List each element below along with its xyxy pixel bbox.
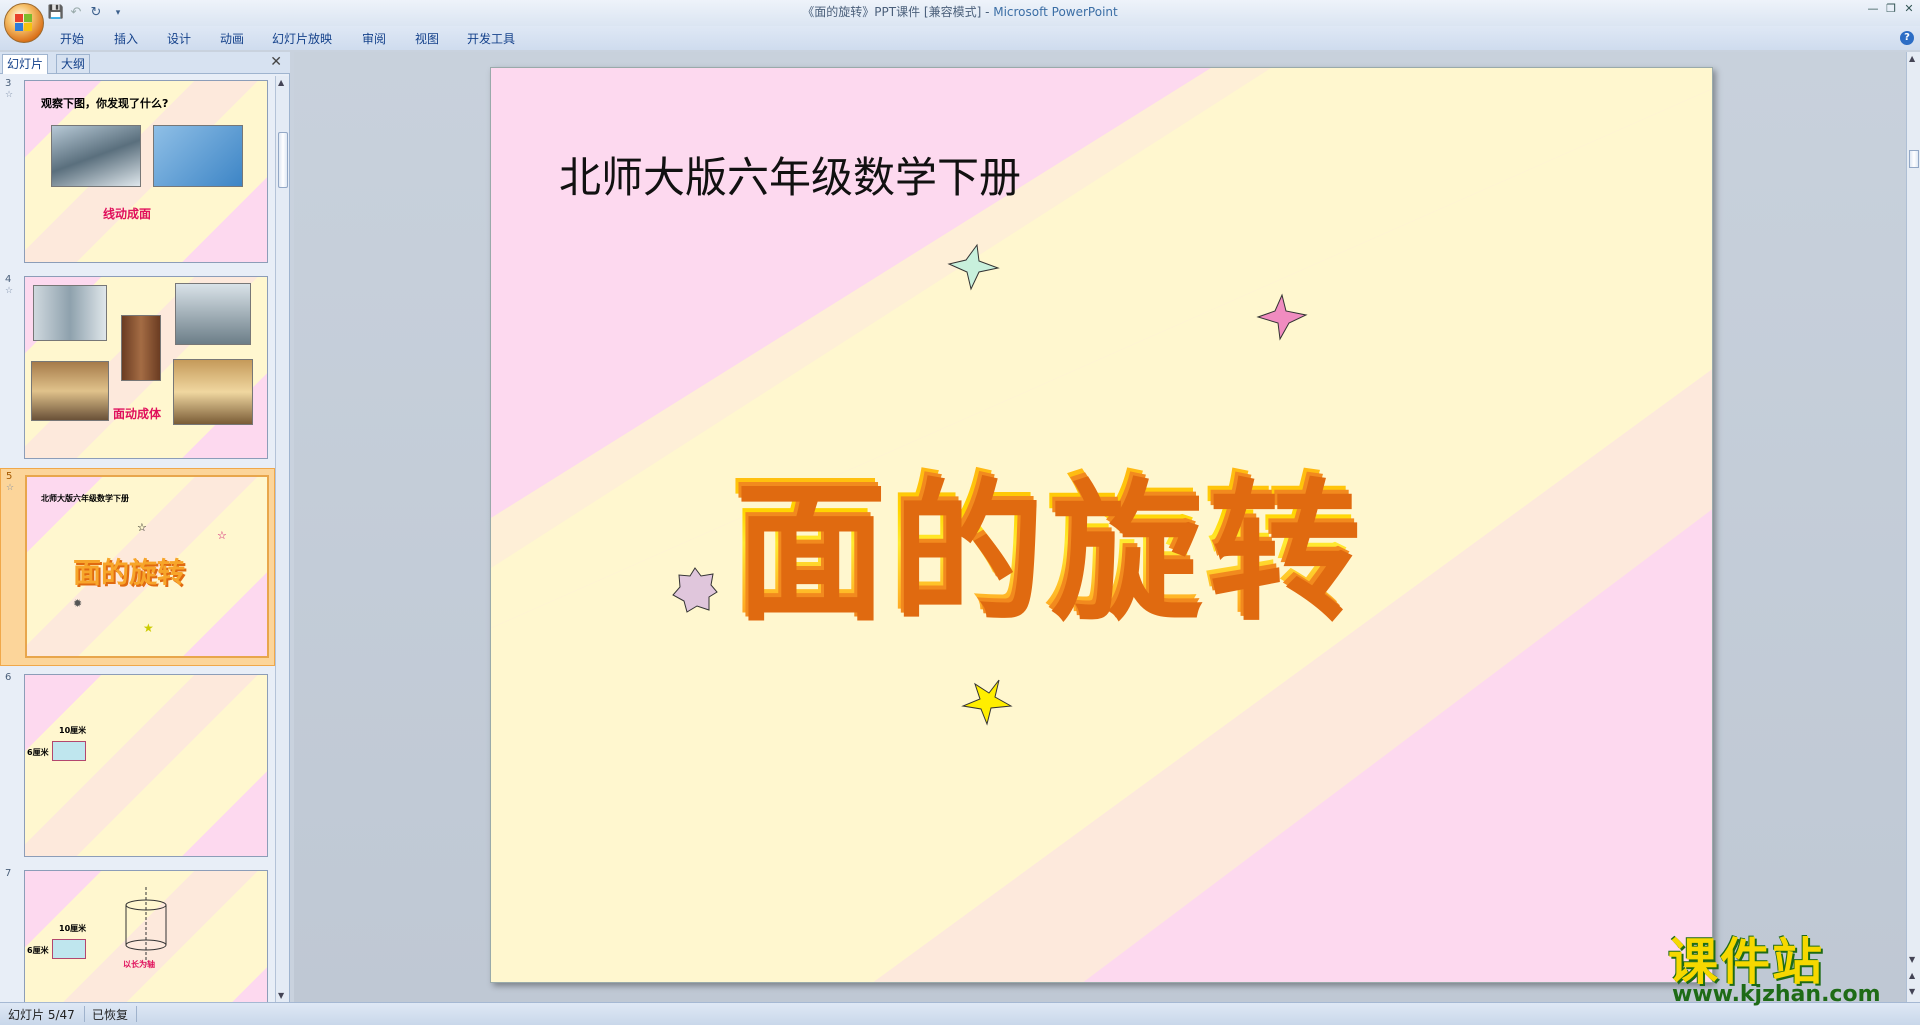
mint-star-icon[interactable] bbox=[946, 243, 1000, 291]
revolving-door-photo bbox=[31, 361, 109, 421]
scroll-up-icon[interactable]: ▲ bbox=[278, 78, 284, 87]
recovery-status: 已恢复 bbox=[92, 1008, 129, 1022]
slide-editing-area: 北师大版六年级数学下册 面的旋转 bbox=[294, 52, 1906, 1002]
slide-thumbnail[interactable]: 10厘米 6厘米 以长为轴 bbox=[24, 870, 268, 1002]
slide-number: 6 bbox=[5, 672, 12, 683]
powerpoint-window: 💾 ↶ ↻ ▾ 《面的旋转》PPT课件 [兼容模式] - Microsoft P… bbox=[0, 0, 1920, 1025]
round-stool-photo bbox=[121, 315, 161, 381]
previous-slide-icon[interactable]: ▲ bbox=[1909, 971, 1915, 980]
slide-thumbnail[interactable]: 观察下图，你发现了什么? 线动成面 bbox=[24, 80, 268, 263]
star-icon: ✹ bbox=[73, 597, 83, 610]
current-slide[interactable]: 北师大版六年级数学下册 面的旋转 bbox=[490, 67, 1713, 983]
thumb-caption: 线动成面 bbox=[103, 207, 152, 221]
thumbnail-list: 3 ☆ 观察下图，你发现了什么? 线动成面 4 ☆ 面动成体 5 ☆ 北师大版六… bbox=[0, 76, 275, 1002]
car-wiper-photo bbox=[51, 125, 141, 187]
rectangle-shape bbox=[52, 939, 86, 959]
slide-counter: 幻灯片 5/47 bbox=[8, 1008, 75, 1022]
close-panel-icon[interactable]: ✕ bbox=[270, 54, 282, 70]
divider bbox=[136, 1006, 137, 1022]
scroll-down-icon[interactable]: ▼ bbox=[1909, 955, 1915, 964]
thumbnails-scrollbar[interactable]: ▲ ▼ bbox=[275, 76, 289, 1002]
save-icon[interactable]: 💾 bbox=[46, 3, 66, 23]
wiper-photo bbox=[153, 125, 243, 187]
thumb-caption: 以长为轴 bbox=[123, 960, 155, 969]
status-bar: 幻灯片 5/47 已恢复 bbox=[0, 1002, 1920, 1025]
slide-number: 3 bbox=[5, 78, 12, 89]
slide-number: 7 bbox=[5, 868, 12, 879]
star-icon: ☆ bbox=[217, 529, 227, 542]
tab-insert[interactable]: 插入 bbox=[110, 30, 142, 47]
lilac-star-icon[interactable] bbox=[671, 566, 719, 614]
slide-thumbnail[interactable]: 北师大版六年级数学下册 面的旋转 ☆ ☆ ✹ ★ bbox=[25, 475, 269, 658]
revolving-door-photo bbox=[33, 285, 107, 341]
pink-star-icon[interactable] bbox=[1256, 293, 1308, 341]
tab-slides[interactable]: 幻灯片 bbox=[2, 54, 49, 74]
customize-qat-icon[interactable]: ▾ bbox=[108, 3, 128, 23]
star-icon: ☆ bbox=[137, 521, 147, 534]
slide-thumbnail[interactable]: 10厘米 6厘米 bbox=[24, 674, 268, 857]
next-slide-icon[interactable]: ▼ bbox=[1909, 987, 1915, 996]
label-width: 6厘米 bbox=[27, 748, 49, 757]
scroll-up-icon[interactable]: ▲ bbox=[1909, 54, 1915, 63]
tab-design[interactable]: 设计 bbox=[163, 30, 195, 47]
thumbnail-row-6[interactable]: 6 10厘米 6厘米 bbox=[0, 670, 275, 862]
divider bbox=[84, 1006, 85, 1022]
thumb-title: 观察下图，你发现了什么? bbox=[41, 97, 169, 110]
thumb-caption: 面动成体 bbox=[113, 407, 162, 421]
thumbnail-row-5[interactable]: 5 ☆ 北师大版六年级数学下册 面的旋转 ☆ ☆ ✹ ★ bbox=[0, 468, 275, 666]
revolving-door-photo bbox=[173, 359, 253, 425]
slide-thumbnail[interactable]: 面动成体 bbox=[24, 276, 268, 459]
thumb-big-title: 面的旋转 bbox=[73, 556, 186, 589]
slide-subtitle[interactable]: 北师大版六年级数学下册 bbox=[559, 144, 1021, 205]
slides-panel: 幻灯片 大纲 ✕ 3 ☆ 观察下图，你发现了什么? 线动成面 4 ☆ 面动成体 … bbox=[0, 52, 290, 1002]
yellow-star-icon[interactable] bbox=[961, 678, 1013, 726]
slide-title[interactable]: 面的旋转 bbox=[729, 422, 1361, 642]
site-watermark: 课件站 www.kjzhan.com bbox=[1668, 922, 1898, 1010]
animation-star-icon: ☆ bbox=[5, 286, 14, 296]
label-length: 10厘米 bbox=[59, 924, 87, 933]
animation-star-icon: ☆ bbox=[6, 483, 15, 493]
star-icon: ★ bbox=[143, 621, 154, 635]
close-icon[interactable]: ✕ bbox=[1900, 2, 1918, 16]
panel-tabs: 幻灯片 大纲 ✕ bbox=[0, 52, 290, 74]
tab-review[interactable]: 审阅 bbox=[358, 30, 390, 47]
slide-number: 5 bbox=[6, 471, 13, 482]
title-bar: 💾 ↶ ↻ ▾ 《面的旋转》PPT课件 [兼容模式] - Microsoft P… bbox=[0, 0, 1920, 26]
thumbnail-row-7[interactable]: 7 10厘米 6厘米 以长为轴 bbox=[0, 866, 275, 1002]
minimize-icon[interactable]: — bbox=[1864, 2, 1882, 16]
office-button[interactable] bbox=[4, 3, 44, 43]
undo-icon[interactable]: ↶ bbox=[66, 3, 86, 23]
scroll-thumb[interactable] bbox=[1909, 150, 1919, 168]
thumb-title: 北师大版六年级数学下册 bbox=[41, 494, 129, 503]
tab-slideshow[interactable]: 幻灯片放映 bbox=[268, 30, 336, 47]
ribbon-tabs: 开始 插入 设计 动画 幻灯片放映 审阅 视图 开发工具 ? bbox=[0, 26, 1920, 50]
cylinder-shape bbox=[125, 887, 167, 967]
label-width: 6厘米 bbox=[27, 946, 49, 955]
slide-number: 4 bbox=[5, 274, 12, 285]
redo-icon[interactable]: ↻ bbox=[86, 3, 106, 23]
window-title: 《面的旋转》PPT课件 [兼容模式] bbox=[802, 5, 982, 19]
tab-home[interactable]: 开始 bbox=[56, 30, 88, 47]
animation-star-icon: ☆ bbox=[5, 90, 14, 100]
tab-developer[interactable]: 开发工具 bbox=[463, 30, 519, 47]
restore-icon[interactable]: ❐ bbox=[1882, 2, 1900, 16]
office-logo-icon bbox=[15, 14, 33, 32]
scroll-thumb[interactable] bbox=[278, 132, 288, 188]
thumbnail-row-4[interactable]: 4 ☆ 面动成体 bbox=[0, 272, 275, 464]
revolving-door-photo bbox=[175, 283, 251, 345]
watermark-url: www.kjzhan.com bbox=[1672, 982, 1881, 1007]
slide-scrollbar[interactable]: ▲ ▼ ▲ ▼ bbox=[1906, 52, 1920, 1002]
scroll-down-icon[interactable]: ▼ bbox=[278, 991, 284, 1000]
label-length: 10厘米 bbox=[59, 726, 87, 735]
tab-view[interactable]: 视图 bbox=[411, 30, 443, 47]
thumbnail-row-3[interactable]: 3 ☆ 观察下图，你发现了什么? 线动成面 bbox=[0, 76, 275, 268]
app-name: Microsoft PowerPoint bbox=[993, 5, 1118, 19]
tab-animations[interactable]: 动画 bbox=[216, 30, 248, 47]
rectangle-shape bbox=[52, 741, 86, 761]
help-icon[interactable]: ? bbox=[1900, 31, 1914, 45]
title-separator: - bbox=[981, 5, 994, 19]
tab-outline[interactable]: 大纲 bbox=[56, 54, 91, 74]
